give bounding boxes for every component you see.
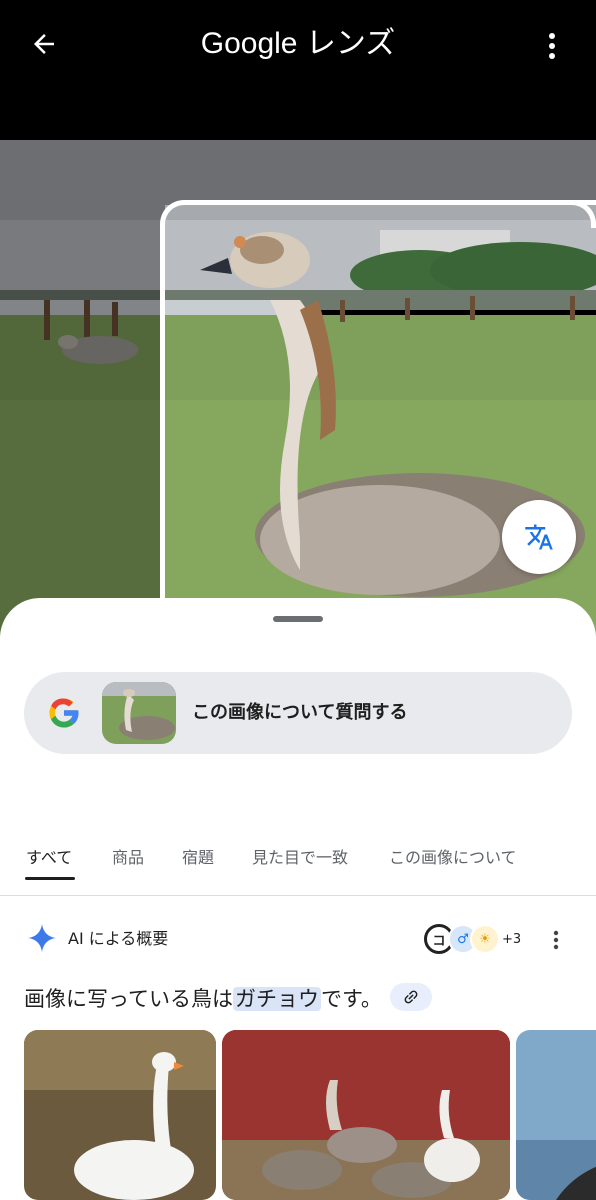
gemini-sparkle-icon: [28, 924, 56, 952]
ai-overview-more-button[interactable]: [544, 924, 568, 956]
results-sheet: この画像について質問する すべて 商品 宿題 見た目で一致 この画像について A…: [0, 598, 596, 1200]
result-image[interactable]: [516, 1030, 596, 1200]
more-vert-icon: [549, 33, 555, 59]
more-options-button[interactable]: [536, 26, 568, 66]
tab-visual-matches[interactable]: 見た目で一致: [252, 846, 348, 870]
translate-button[interactable]: [502, 500, 576, 574]
sheet-drag-handle[interactable]: [273, 616, 323, 622]
lens-photo[interactable]: [0, 140, 596, 640]
source-count: +3: [502, 932, 522, 947]
tab-all[interactable]: すべて: [26, 846, 72, 870]
answer-prefix: 画像に写っている鳥は: [24, 987, 233, 1011]
result-image[interactable]: [222, 1030, 510, 1200]
google-g-logo-icon: [49, 698, 79, 728]
tab-homework[interactable]: 宿題: [182, 846, 214, 870]
app-header: Google レンズ: [0, 0, 596, 140]
selection-frame[interactable]: [160, 200, 596, 640]
more-vert-icon: [553, 930, 559, 950]
ask-about-image-label: この画像について質問する: [192, 702, 408, 723]
active-tab-indicator: [25, 877, 75, 880]
link-icon: [404, 990, 418, 1004]
ask-about-image-bar[interactable]: この画像について質問する: [24, 672, 572, 754]
result-image[interactable]: [24, 1030, 216, 1200]
answer-suffix: です。: [320, 987, 382, 1011]
tab-about-this-image[interactable]: この画像について: [389, 846, 517, 870]
ai-overview-header: AI による概要 コ ♂ ☀ +3: [24, 920, 572, 960]
ai-answer-text: 画像に写っている鳥はガチョウです。: [24, 980, 572, 1020]
source-link-chip[interactable]: [389, 983, 432, 1011]
ai-overview-label: AI による概要: [68, 929, 169, 948]
source-avatar: ☀: [470, 924, 500, 954]
answer-highlight[interactable]: ガチョウ: [232, 987, 321, 1011]
app-title: Google レンズ: [200, 27, 396, 60]
translate-icon: [525, 524, 553, 550]
source-avatars[interactable]: コ ♂ ☀ +3: [424, 922, 524, 956]
tab-products[interactable]: 商品: [112, 846, 144, 870]
image-results: [24, 1030, 596, 1200]
result-tabs: すべて 商品 宿題 見た目で一致 この画像について: [0, 834, 596, 896]
selected-image-thumbnail: [102, 682, 176, 744]
